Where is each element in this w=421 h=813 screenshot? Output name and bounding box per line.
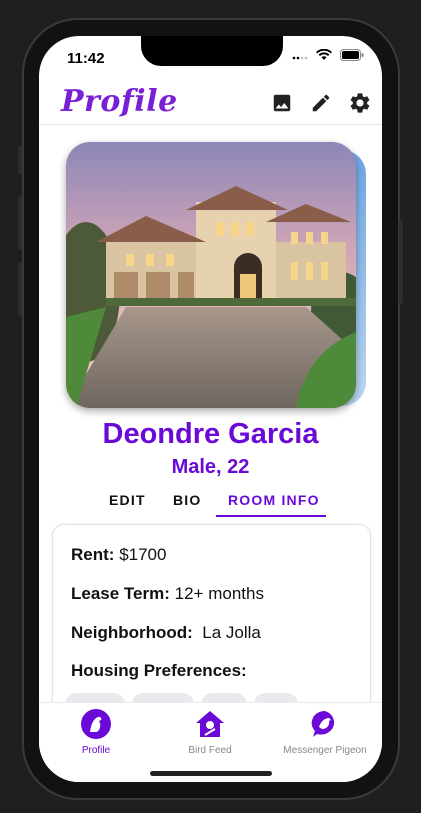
lease-term-row: Lease Term: 12+ months [71, 584, 264, 604]
silent-switch [18, 146, 22, 174]
pencil-icon[interactable] [308, 90, 334, 116]
housing-preferences-heading: Housing Preferences: [71, 661, 247, 680]
battery-icon [340, 49, 364, 61]
profile-tabs: EDIT BIO ROOM INFO [39, 490, 382, 518]
tab-profile[interactable]: Profile [39, 709, 153, 756]
active-tab-indicator [216, 515, 326, 517]
neighborhood-label: Neighborhood: [71, 623, 193, 642]
tab-bird-feed[interactable]: Bird Feed [153, 709, 267, 756]
status-time: 11:42 [67, 50, 105, 67]
gear-icon[interactable] [347, 90, 373, 116]
rent-row: Rent: $1700 [71, 545, 166, 565]
tab-messenger-pigeon-label: Messenger Pigeon [283, 745, 367, 756]
wifi-icon [316, 49, 332, 60]
volume-up-button [18, 196, 22, 250]
page-title: Profile [61, 84, 178, 119]
profile-photo-carousel[interactable] [66, 142, 366, 408]
rent-label: Rent: [71, 545, 115, 564]
status-icons [292, 49, 364, 61]
app-header: Profile [39, 82, 382, 125]
volume-down-button [18, 262, 22, 316]
birdhouse-icon [195, 709, 225, 739]
lease-term-value: 12+ months [174, 584, 264, 603]
tab-bird-feed-label: Bird Feed [188, 745, 232, 756]
tab-bio[interactable]: BIO [173, 492, 202, 508]
tab-profile-label: Profile [81, 745, 111, 756]
image-icon[interactable] [269, 90, 295, 116]
pigeon-chat-icon [310, 709, 340, 739]
neighborhood-row: Neighborhood: La Jolla [71, 623, 261, 643]
rent-value: $1700 [119, 545, 167, 564]
tab-edit[interactable]: EDIT [109, 492, 146, 508]
power-button [399, 220, 403, 304]
bottom-tab-bar: Profile Bird Feed Messenger Pigeon [39, 702, 382, 782]
app-screen: 11:42 Profile Deondre Garcia Male, 22 ED… [39, 36, 382, 782]
house-photo [66, 142, 356, 408]
profile-gender-age: Male, 22 [171, 456, 250, 478]
notch [141, 36, 283, 66]
bird-icon [81, 709, 111, 739]
neighborhood-value: La Jolla [202, 623, 261, 642]
home-indicator[interactable] [150, 771, 272, 776]
profile-name: Deondre Garcia [102, 418, 319, 450]
tab-messenger-pigeon[interactable]: Messenger Pigeon [268, 709, 382, 756]
signal-icon [292, 56, 308, 60]
tab-room-info[interactable]: ROOM INFO [228, 492, 320, 508]
lease-term-label: Lease Term: [71, 584, 170, 603]
